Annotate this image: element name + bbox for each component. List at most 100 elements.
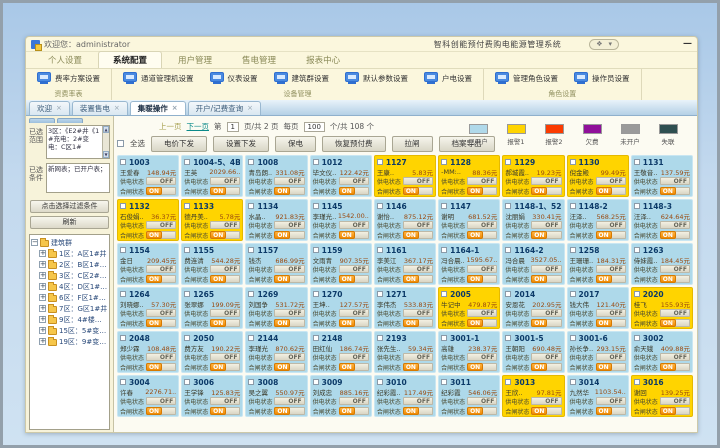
document-tab[interactable]: 开户/记费查询 × (188, 101, 261, 115)
card-checkbox[interactable] (505, 379, 511, 385)
card-checkbox[interactable] (377, 291, 383, 297)
close-icon[interactable]: × (172, 105, 178, 112)
card-checkbox[interactable] (184, 159, 190, 165)
power-status-toggle[interactable]: OFF (467, 353, 497, 361)
valve-status-toggle[interactable]: ON (146, 231, 176, 239)
valve-status-toggle[interactable]: ON (339, 407, 369, 415)
meter-card[interactable]: 1269 刘国争 531.72元 供电状态 OFF (245, 287, 307, 329)
meter-card[interactable]: 1263 侍妹霞.. 184.45元 供电状态 OFF (631, 243, 693, 285)
expand-icon[interactable] (39, 338, 46, 345)
refresh-button[interactable]: 刷新 (30, 216, 109, 229)
power-status-toggle[interactable]: OFF (531, 397, 561, 405)
valve-status-toggle[interactable]: ON (403, 231, 433, 239)
document-tab[interactable]: 装置售电 × (72, 101, 128, 115)
card-checkbox[interactable] (184, 291, 190, 297)
meter-card[interactable]: 3002 俞天娥 409.88元 供电状态 OFF (631, 331, 693, 373)
valve-status-toggle[interactable]: ON (146, 363, 176, 371)
valve-status-toggle[interactable]: ON (467, 187, 497, 195)
valve-status-toggle[interactable]: ON (467, 319, 497, 327)
chevron-down-icon[interactable]: ▾ (608, 40, 612, 49)
meter-card[interactable]: 3004 许春 2276.71.. 供电状态 OFF (117, 375, 179, 417)
card-checkbox[interactable] (441, 291, 447, 297)
card-checkbox[interactable] (570, 203, 576, 209)
ribbon-button[interactable]: 管理角色设置 (488, 70, 565, 88)
valve-status-toggle[interactable]: ON (660, 319, 690, 327)
tree-item[interactable]: 2区：B区1#井(B区1# (31, 259, 108, 270)
card-checkbox[interactable] (441, 335, 447, 341)
card-checkbox[interactable] (634, 203, 640, 209)
valve-status-toggle[interactable]: ON (146, 275, 176, 283)
card-checkbox[interactable] (505, 291, 511, 297)
meter-card[interactable]: 3013 王欣.. 97.81元 供电状态 OFF (502, 375, 564, 417)
minimize-button[interactable]: — (683, 40, 692, 49)
tree-item[interactable]: 7区：G区1#井 (31, 303, 108, 314)
toolbar-button[interactable]: 拉闸 (392, 136, 433, 152)
valve-status-toggle[interactable]: ON (467, 275, 497, 283)
valve-status-toggle[interactable]: ON (596, 363, 626, 371)
ribbon-button[interactable]: 户电设置 (417, 70, 479, 88)
card-checkbox[interactable] (184, 203, 190, 209)
card-checkbox[interactable] (377, 335, 383, 341)
valve-status-toggle[interactable]: ON (274, 231, 304, 239)
document-tab[interactable]: 集暖操作 × (130, 101, 186, 115)
valve-status-toggle[interactable]: ON (596, 275, 626, 283)
power-status-toggle[interactable]: OFF (339, 265, 369, 273)
meter-card[interactable]: 1155 费连清 544.28元 供电状态 OFF (181, 243, 243, 285)
power-status-toggle[interactable]: OFF (274, 353, 304, 361)
meter-card[interactable]: 1129 郝城霞.. 19.23元 供电状态 OFF (502, 155, 564, 197)
valve-status-toggle[interactable]: ON (403, 275, 433, 283)
expand-icon[interactable] (39, 316, 46, 323)
meter-card[interactable]: 1270 王坤.. 127.57元 供电状态 OFF (310, 287, 372, 329)
card-checkbox[interactable] (441, 379, 447, 385)
power-status-toggle[interactable]: OFF (596, 221, 626, 229)
card-checkbox[interactable] (377, 203, 383, 209)
meter-card[interactable]: 1147 谢明 681.52元 供电状态 OFF (438, 199, 500, 241)
per-page-input[interactable]: 100 (304, 122, 325, 132)
card-checkbox[interactable] (570, 291, 576, 297)
tree-root[interactable]: 建筑群 (31, 237, 108, 248)
prev-page-link[interactable]: 上一页 (159, 121, 182, 132)
valve-status-toggle[interactable]: ON (596, 231, 626, 239)
meter-card[interactable]: 1132 石俊娟.. 36.37元 供电状态 OFF (117, 199, 179, 241)
meter-card[interactable]: 2020 桂飞 155.93元 供电状态 OFF (631, 287, 693, 329)
card-checkbox[interactable] (248, 291, 254, 297)
close-icon[interactable]: × (56, 105, 62, 112)
card-checkbox[interactable] (505, 247, 511, 253)
valve-status-toggle[interactable]: ON (339, 187, 369, 195)
close-icon[interactable]: × (114, 105, 120, 112)
power-status-toggle[interactable]: OFF (660, 397, 690, 405)
valve-status-toggle[interactable]: ON (146, 407, 176, 415)
valve-status-toggle[interactable]: ON (660, 407, 690, 415)
card-checkbox[interactable] (441, 159, 447, 165)
card-checkbox[interactable] (248, 379, 254, 385)
power-status-toggle[interactable]: OFF (660, 177, 690, 185)
meter-card[interactable]: 1148-1、522 沈丽娟 330.41元 供电状态 OFF (502, 199, 564, 241)
card-checkbox[interactable] (570, 247, 576, 253)
collapse-icon[interactable] (31, 239, 38, 246)
valve-status-toggle[interactable]: ON (660, 187, 690, 195)
power-status-toggle[interactable]: OFF (210, 221, 240, 229)
tree-item[interactable]: 4区：D区1#井（D区1 (31, 281, 108, 292)
power-status-toggle[interactable]: OFF (146, 397, 176, 405)
valve-status-toggle[interactable]: ON (403, 407, 433, 415)
power-status-toggle[interactable]: OFF (274, 265, 304, 273)
power-status-toggle[interactable]: OFF (467, 397, 497, 405)
menu-item[interactable]: 系统配置 (98, 51, 162, 68)
meter-card[interactable]: 1130 倪金殿 99.49元 供电状态 OFF (567, 155, 629, 197)
card-checkbox[interactable] (184, 379, 190, 385)
meter-card[interactable]: 1148-2 汪泽.. 568.25元 供电状态 OFF (567, 199, 629, 241)
card-checkbox[interactable] (120, 247, 126, 253)
meter-card[interactable]: 2144 李瑾光 870.62元 供电状态 OFF (245, 331, 307, 373)
skin-icon[interactable]: ❖ (596, 40, 602, 49)
valve-status-toggle[interactable]: ON (210, 187, 240, 195)
meter-card[interactable]: 3011 纪彩霞 546.06元 供电状态 OFF (438, 375, 500, 417)
power-status-toggle[interactable]: OFF (210, 265, 240, 273)
power-status-toggle[interactable]: OFF (467, 177, 497, 185)
choose-filter-button[interactable]: 点击选择过滤条件 (30, 200, 109, 213)
card-checkbox[interactable] (570, 335, 576, 341)
ribbon-button[interactable]: 默认参数设置 (338, 70, 415, 88)
valve-status-toggle[interactable]: ON (210, 275, 240, 283)
power-status-toggle[interactable]: OFF (274, 397, 304, 405)
valve-status-toggle[interactable]: ON (467, 231, 497, 239)
menu-item[interactable]: 售电管理 (228, 52, 290, 68)
